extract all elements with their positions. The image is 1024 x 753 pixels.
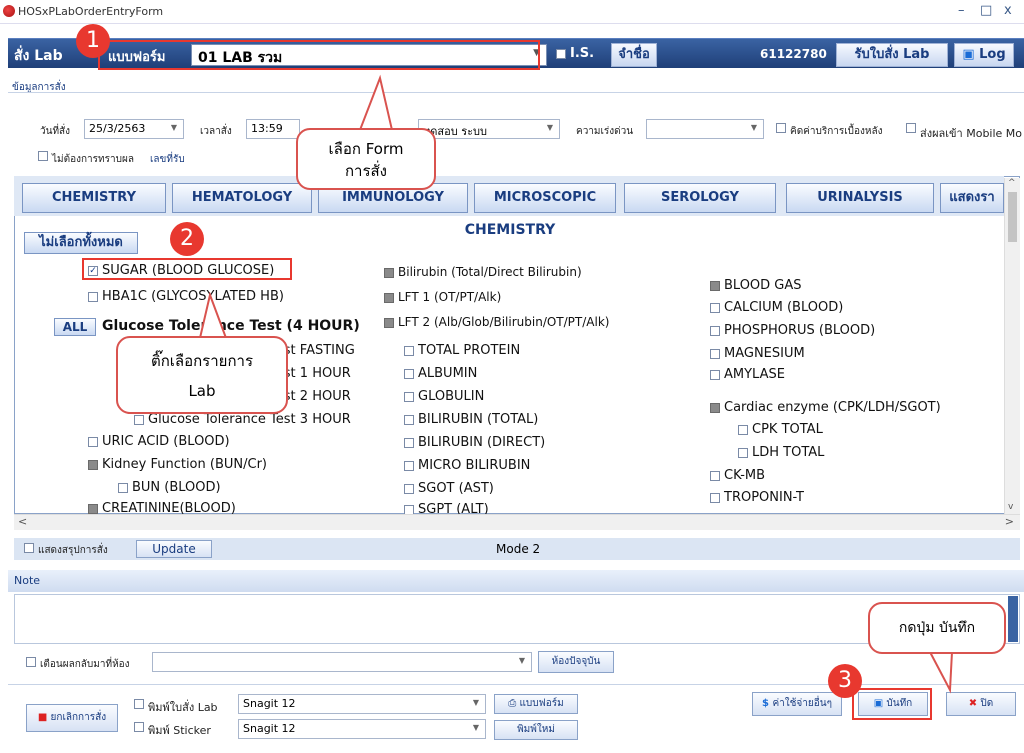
callout-1-line-1: เลือก Form bbox=[328, 140, 404, 158]
callout-select-form: เลือก Form การสั่ง bbox=[296, 128, 436, 190]
callout-press-save: กดปุ่ม บันทึก bbox=[868, 602, 1006, 654]
callout-2-line-2: Lab bbox=[188, 382, 216, 400]
callout-2-pointer bbox=[198, 291, 228, 339]
callout-2-line-1: ติ๊กเลือกรายการ bbox=[150, 352, 254, 370]
callout-1-line-2: การสั่ง bbox=[344, 162, 388, 180]
callout-tick-lab: ติ๊กเลือกรายการ Lab bbox=[116, 336, 288, 414]
callout-1-pointer bbox=[358, 74, 394, 131]
callout-3-pointer bbox=[928, 651, 954, 694]
